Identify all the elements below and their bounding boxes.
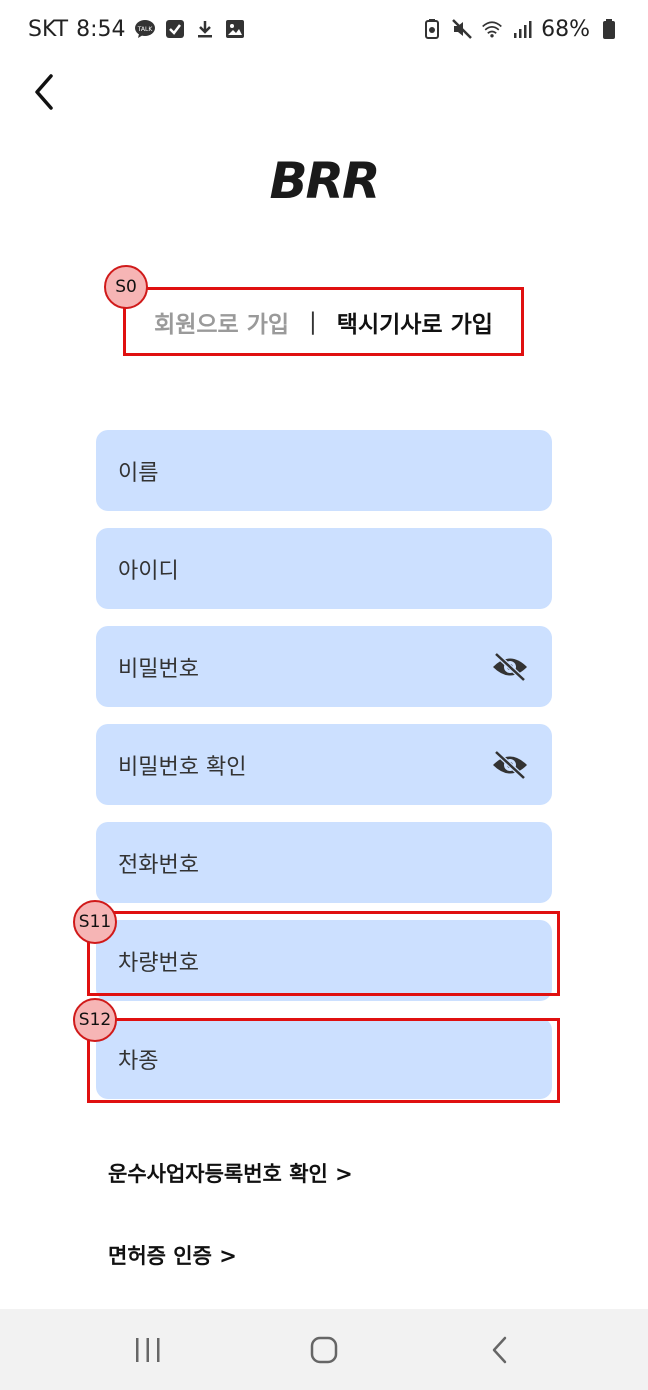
status-right: 68% bbox=[421, 17, 620, 42]
battery-percent: 68% bbox=[541, 16, 590, 42]
name-field-placeholder: 이름 bbox=[118, 460, 159, 486]
home-icon bbox=[310, 1336, 338, 1363]
license-verify-link[interactable]: 면허증 인증 > bbox=[108, 1240, 237, 1270]
phone-field[interactable]: 전화번호 bbox=[96, 822, 552, 903]
system-back-button[interactable] bbox=[468, 1318, 532, 1382]
tab-driver-signup[interactable]: 택시기사로 가입 bbox=[337, 305, 493, 339]
mute-icon bbox=[451, 18, 473, 40]
business-registration-link[interactable]: 운수사업자등록번호 확인 > bbox=[108, 1158, 353, 1188]
checkbox-icon bbox=[164, 18, 186, 40]
password-field-placeholder: 비밀번호 bbox=[118, 656, 199, 682]
back-button[interactable] bbox=[20, 68, 68, 116]
home-button[interactable] bbox=[292, 1318, 356, 1382]
app-logo: BRR bbox=[269, 152, 380, 210]
password-confirm-field[interactable]: 비밀번호 확인 bbox=[96, 724, 552, 805]
eye-off-icon[interactable] bbox=[490, 745, 530, 785]
tab-member-signup[interactable]: 회원으로 가입 bbox=[154, 305, 289, 339]
tab-separator: | bbox=[309, 308, 317, 335]
password-confirm-field-placeholder: 비밀번호 확인 bbox=[118, 754, 247, 780]
download-icon bbox=[194, 18, 216, 40]
back-arrow-icon bbox=[492, 1336, 507, 1363]
talk-icon: TALK bbox=[134, 18, 156, 40]
signal-icon bbox=[511, 18, 533, 40]
signup-type-tabs: 회원으로 가입 | 택시기사로 가입 bbox=[124, 288, 523, 355]
phone-field-placeholder: 전화번호 bbox=[118, 852, 199, 878]
clock: 8:54 bbox=[76, 16, 126, 42]
image-icon bbox=[224, 18, 246, 40]
id-field[interactable]: 아이디 bbox=[96, 528, 552, 609]
wifi-icon bbox=[481, 18, 503, 40]
car-model-field[interactable]: 차종 bbox=[96, 1018, 552, 1099]
password-field[interactable]: 비밀번호 bbox=[96, 626, 552, 707]
status-left: SKT 8:54 TALK bbox=[28, 17, 246, 42]
name-field[interactable]: 이름 bbox=[96, 430, 552, 511]
recent-apps-button[interactable] bbox=[116, 1318, 180, 1382]
car-number-field[interactable]: 차량번호 bbox=[96, 920, 552, 1001]
chevron-left-icon bbox=[35, 74, 53, 110]
status-bar: SKT 8:54 TALK 68% bbox=[0, 0, 648, 58]
car-model-field-placeholder: 차종 bbox=[118, 1048, 159, 1074]
system-nav-bar bbox=[0, 1309, 648, 1390]
battery-icon bbox=[598, 18, 620, 40]
car-number-field-placeholder: 차량번호 bbox=[118, 950, 199, 976]
battery-saver-icon bbox=[421, 18, 443, 40]
id-field-placeholder: 아이디 bbox=[118, 558, 179, 584]
carrier-label: SKT bbox=[28, 16, 69, 42]
svg-text:TALK: TALK bbox=[136, 26, 153, 33]
eye-off-icon[interactable] bbox=[490, 647, 530, 687]
recent-apps-icon bbox=[136, 1337, 160, 1362]
